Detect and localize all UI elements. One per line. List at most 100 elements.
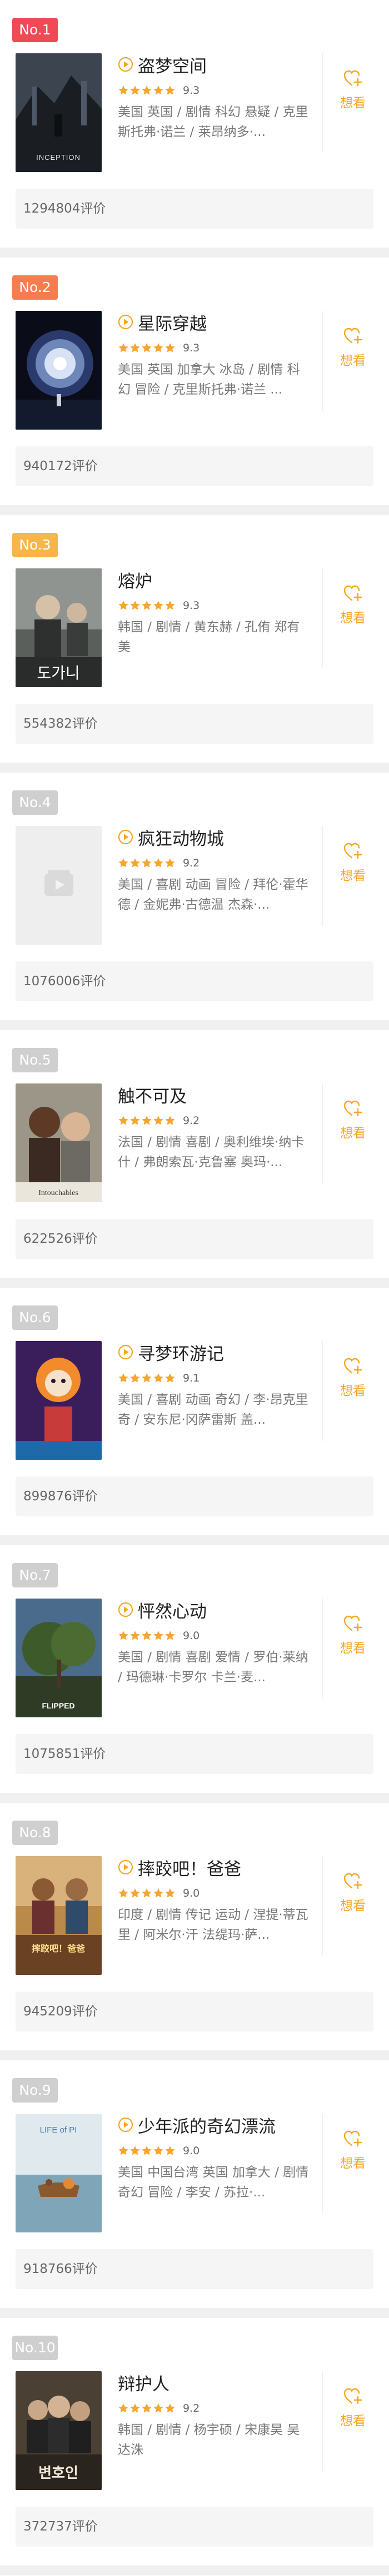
divider <box>322 2371 323 2471</box>
want-to-watch-button[interactable]: 想看 <box>333 69 372 111</box>
movie-title[interactable]: 摔跤吧！爸爸 <box>138 1855 241 1880</box>
star-icon <box>118 2146 128 2155</box>
movie-poster[interactable]: FLIPPED <box>16 1599 102 1717</box>
movie-poster[interactable]: Intouchables <box>16 1083 102 1202</box>
movie-title[interactable]: 疯狂动物城 <box>138 825 224 850</box>
want-to-watch-button[interactable]: 想看 <box>333 841 372 884</box>
movie-info: 辩护人 9.2 韩国 / 剧情 / 杨宇硕 / 宋康昊 吴达洙 <box>118 2371 312 2460</box>
want-to-watch-button[interactable]: 想看 <box>333 1872 372 1914</box>
rank-badge: No.4 <box>12 790 58 815</box>
rating-stars <box>118 1630 176 1641</box>
want-to-watch-button[interactable]: 想看 <box>333 2129 372 2171</box>
rating-score: 9.2 <box>183 857 200 869</box>
play-icon[interactable] <box>118 1602 133 1617</box>
movie-list-item[interactable]: No.2 星际穿越 9.3 美国 英国 加拿大 冰岛 / 剧情 科幻 冒险 / … <box>0 258 389 515</box>
movie-list-item[interactable]: No.6 寻梦环游记 9.1 美国 / 喜剧 动画 奇幻 / 李·昂克里奇 / … <box>0 1288 389 1545</box>
rating-score: 9.3 <box>183 84 200 97</box>
rating-stars <box>118 1373 176 1384</box>
want-to-watch-button[interactable]: 想看 <box>333 584 372 626</box>
movie-title[interactable]: 触不可及 <box>118 1082 187 1107</box>
star-icon <box>142 1888 152 1898</box>
movie-list-item[interactable]: No.4 疯狂动物城 9.2 美国 / 喜剧 动画 冒险 / 拜伦·霍华德 / … <box>0 773 389 1030</box>
want-to-watch-button[interactable]: 想看 <box>333 1357 372 1399</box>
review-count[interactable]: 554382评价 <box>16 704 373 744</box>
rank-badge: No.6 <box>12 1305 58 1330</box>
rating-stars <box>118 1888 176 1899</box>
review-count[interactable]: 945209评价 <box>16 1992 373 2031</box>
movie-meta: 韩国 / 剧情 / 杨宇硕 / 宋康昊 吴达洙 <box>118 2423 300 2457</box>
section-separator <box>0 2565 389 2575</box>
want-heart-plus-icon <box>343 1100 362 1117</box>
movie-poster[interactable]: INCEPTION <box>16 53 102 172</box>
star-icon <box>142 1373 152 1383</box>
want-to-watch-button[interactable]: 想看 <box>333 1614 372 1656</box>
movie-list-item[interactable]: No.10 변호인 辩护人 9.2 韩国 / 剧情 / 杨宇硕 / 宋康昊 吴达… <box>0 2318 389 2575</box>
play-icon[interactable] <box>118 2117 133 2133</box>
want-label: 想看 <box>340 1899 366 1913</box>
rank-badge: No.1 <box>12 18 58 42</box>
movie-info: 盗梦空间 9.3 美国 英国 / 剧情 科幻 悬疑 / 克里斯托弗·诺兰 / 莱… <box>118 53 312 142</box>
movie-poster[interactable]: 변호인 <box>16 2371 102 2490</box>
movie-title[interactable]: 熔炉 <box>118 567 152 592</box>
star-icon <box>142 2146 152 2155</box>
section-separator <box>0 1278 389 1288</box>
star-icon <box>153 343 163 352</box>
star-icon <box>165 1116 175 1125</box>
rank-badge: No.9 <box>12 2078 58 2103</box>
review-count[interactable]: 1075851评价 <box>16 1734 373 1774</box>
play-icon[interactable] <box>118 829 133 845</box>
rank-badge: No.8 <box>12 1821 58 1845</box>
review-count[interactable]: 1076006评价 <box>16 961 373 1001</box>
movie-meta: 印度 / 剧情 传记 运动 / 涅提·蒂瓦里 / 阿米尔·汗 法缇玛·萨... <box>118 1908 308 1942</box>
movie-poster[interactable]: LIFE of PI <box>16 2114 102 2232</box>
divider <box>322 1599 323 1698</box>
play-icon[interactable] <box>118 1859 133 1875</box>
review-count[interactable]: 918766评价 <box>16 2249 373 2289</box>
want-label: 想看 <box>340 2414 366 2428</box>
movie-poster[interactable] <box>16 826 102 945</box>
review-count[interactable]: 899876评价 <box>16 1476 373 1516</box>
play-icon[interactable] <box>118 1344 133 1360</box>
movie-list-item[interactable]: No.7 FLIPPED 怦然心动 9.0 美国 / 剧情 喜剧 爱情 / 罗伯… <box>0 1545 389 1803</box>
star-icon <box>118 601 128 610</box>
star-icon <box>165 2403 175 2413</box>
movie-list-item[interactable]: No.1 INCEPTION 盗梦空间 9.3 美国 英国 / 剧情 科幻 悬疑… <box>0 0 389 258</box>
movie-title[interactable]: 怦然心动 <box>138 1597 207 1622</box>
movie-list-item[interactable]: No.9 LIFE of PI 少年派的奇幻漂流 9.0 美国 中国台湾 英国 … <box>0 2060 389 2318</box>
want-to-watch-button[interactable]: 想看 <box>333 2387 372 2429</box>
movie-title[interactable]: 星际穿越 <box>138 310 207 335</box>
want-to-watch-button[interactable]: 想看 <box>333 326 372 369</box>
movie-meta: 韩国 / 剧情 / 黄东赫 / 孔侑 郑有美 <box>118 620 300 654</box>
svg-text:도가니: 도가니 <box>37 664 79 682</box>
movie-poster[interactable]: 摔跤吧！爸爸 <box>16 1856 102 1975</box>
want-to-watch-button[interactable]: 想看 <box>333 1099 372 1141</box>
want-label: 想看 <box>340 1384 366 1398</box>
movie-poster[interactable]: 도가니 <box>16 568 102 687</box>
rating-stars <box>118 1115 176 1126</box>
play-icon[interactable] <box>118 57 133 72</box>
movie-list-item[interactable]: No.3 도가니 熔炉 9.3 韩国 / 剧情 / 黄东赫 / 孔侑 郑有美 想… <box>0 515 389 773</box>
review-count[interactable]: 940172评价 <box>16 446 373 486</box>
movie-info: 寻梦环游记 9.1 美国 / 喜剧 动画 奇幻 / 李·昂克里奇 / 安东尼·冈… <box>118 1341 312 1430</box>
movie-title[interactable]: 少年派的奇幻漂流 <box>138 2113 276 2138</box>
rating-score: 9.3 <box>183 599 200 612</box>
movie-list-item[interactable]: No.5 Intouchables 触不可及 9.2 法国 / 剧情 喜剧 / … <box>0 1030 389 1288</box>
review-count[interactable]: 372737评价 <box>16 2507 373 2547</box>
review-count[interactable]: 1294804评价 <box>16 189 373 229</box>
rating-stars <box>118 858 176 869</box>
star-icon <box>130 1373 140 1383</box>
section-separator <box>0 763 389 773</box>
movie-title[interactable]: 寻梦环游记 <box>138 1340 224 1365</box>
movie-poster[interactable] <box>16 311 102 430</box>
movie-title[interactable]: 盗梦空间 <box>138 52 207 77</box>
star-icon <box>142 2403 152 2413</box>
movie-info: 星际穿越 9.3 美国 英国 加拿大 冰岛 / 剧情 科幻 冒险 / 克里斯托弗… <box>118 311 312 400</box>
review-count[interactable]: 622526评价 <box>16 1219 373 1259</box>
movie-title[interactable]: 辩护人 <box>118 2370 169 2395</box>
movie-meta: 美国 英国 / 剧情 科幻 悬疑 / 克里斯托弗·诺兰 / 莱昂纳多·... <box>118 105 308 139</box>
rating-stars <box>118 342 176 354</box>
play-icon[interactable] <box>118 314 133 330</box>
movie-poster[interactable] <box>16 1341 102 1460</box>
want-label: 想看 <box>340 2156 366 2171</box>
movie-list-item[interactable]: No.8 摔跤吧！爸爸 摔跤吧！爸爸 9.0 印度 / 剧情 传记 运动 / 涅… <box>0 1803 389 2060</box>
